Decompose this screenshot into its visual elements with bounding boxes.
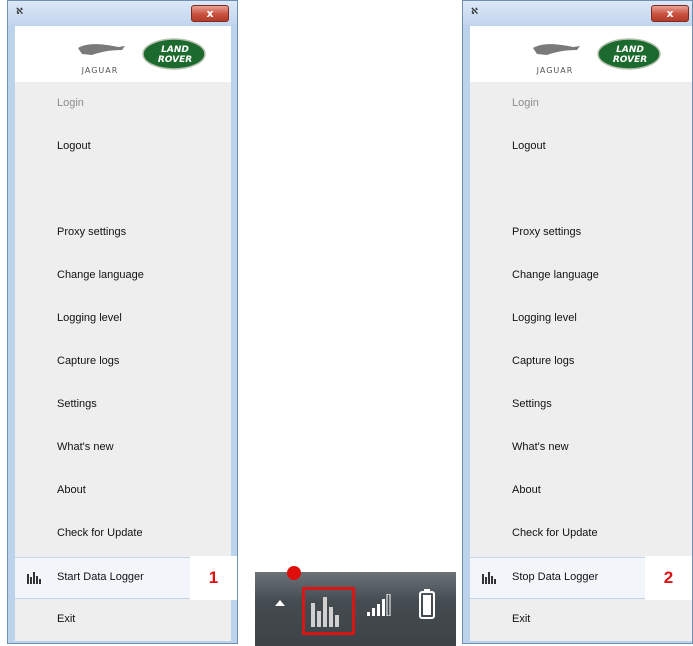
step-badge-1: 1	[190, 556, 237, 600]
logo-strip: JAGUAR LAND ROVER	[15, 26, 231, 82]
step-badge-2: 2	[645, 556, 692, 600]
svg-text:LAND: LAND	[616, 45, 644, 55]
menu-item-logout[interactable]: Logout	[470, 127, 692, 169]
menu-item-logging-level[interactable]: Logging level	[15, 299, 231, 341]
menu-item-check-for-update[interactable]: Check for Update	[15, 514, 231, 556]
battery-icon[interactable]	[419, 589, 435, 619]
menu-panel: JAGUAR LAND ROVER Login Logout Proxy set…	[470, 26, 692, 641]
menu-panel: JAGUAR LAND ROVER Login Logout Proxy set…	[15, 26, 231, 641]
title-bar: ℵ x	[463, 1, 692, 25]
menu-item-change-language[interactable]: Change language	[15, 256, 231, 298]
app-icon: ℵ	[471, 7, 479, 17]
menu-item-login[interactable]: Login	[470, 84, 692, 126]
svg-text:ROVER: ROVER	[613, 55, 647, 65]
menu-item-logout[interactable]: Logout	[15, 127, 231, 169]
menu-item-about[interactable]: About	[15, 471, 231, 513]
menu-item-proxy-settings[interactable]: Proxy settings	[470, 213, 692, 255]
menu-item-about[interactable]: About	[470, 471, 692, 513]
jaguar-logo: JAGUAR	[78, 44, 125, 75]
svg-text:JAGUAR: JAGUAR	[81, 66, 119, 75]
title-bar: ℵ x	[8, 1, 237, 25]
menu-item-capture-logs[interactable]: Capture logs	[15, 342, 231, 384]
menu-item-whats-new[interactable]: What's new	[470, 428, 692, 470]
svg-text:JAGUAR: JAGUAR	[536, 66, 574, 75]
menu-item-settings[interactable]: Settings	[470, 385, 692, 427]
data-logger-tray-icon[interactable]	[311, 597, 347, 627]
land-rover-logo: LAND ROVER	[597, 38, 661, 70]
svg-text:LAND: LAND	[161, 45, 189, 55]
close-button[interactable]: x	[651, 5, 689, 22]
menu-item-exit[interactable]: Exit	[15, 600, 231, 642]
bar-chart-icon	[482, 572, 496, 584]
svg-text:ROVER: ROVER	[158, 55, 192, 65]
notification-dot	[287, 566, 301, 580]
app-icon: ℵ	[16, 7, 24, 17]
right-app-window: ℵ x JAGUAR LAND ROVER Login Logout Proxy…	[462, 0, 693, 644]
menu-item-blank	[15, 170, 231, 212]
menu-item-blank	[470, 170, 692, 212]
land-rover-logo: LAND ROVER	[142, 38, 206, 70]
close-button[interactable]: x	[191, 5, 229, 22]
signal-strength-icon[interactable]	[367, 594, 395, 616]
menu-item-login[interactable]: Login	[15, 84, 231, 126]
menu-item-whats-new[interactable]: What's new	[15, 428, 231, 470]
highlight-box	[302, 587, 355, 635]
logo-strip: JAGUAR LAND ROVER	[470, 26, 692, 82]
menu-item-exit[interactable]: Exit	[470, 600, 692, 642]
bar-chart-icon	[27, 572, 41, 584]
system-tray	[255, 566, 456, 646]
menu-item-logging-level[interactable]: Logging level	[470, 299, 692, 341]
menu-item-check-for-update[interactable]: Check for Update	[470, 514, 692, 556]
menu-item-settings[interactable]: Settings	[15, 385, 231, 427]
show-hidden-icons-arrow[interactable]	[275, 600, 285, 606]
menu-item-proxy-settings[interactable]: Proxy settings	[15, 213, 231, 255]
jaguar-logo: JAGUAR	[533, 44, 580, 75]
left-app-window: ℵ x JAGUAR LAND ROVER Login Logout Proxy…	[7, 0, 238, 644]
menu-item-change-language[interactable]: Change language	[470, 256, 692, 298]
menu-item-capture-logs[interactable]: Capture logs	[470, 342, 692, 384]
